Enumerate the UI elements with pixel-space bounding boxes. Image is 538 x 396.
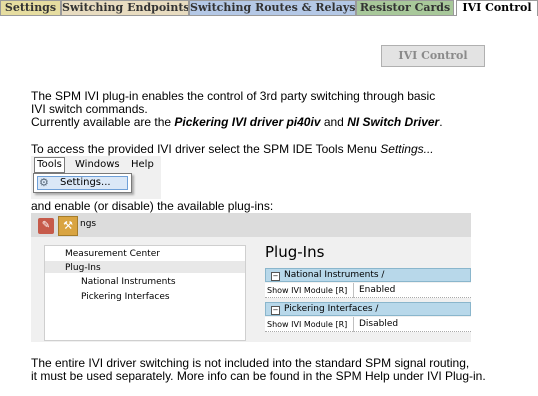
footer-line-2: it must be used separately. More info ca… bbox=[31, 369, 486, 383]
ivi-control-button[interactable]: IVI Control bbox=[381, 45, 485, 67]
tab-resistor-cards[interactable]: Resistor Cards bbox=[356, 0, 454, 16]
wrench-icon[interactable]: ⚒ bbox=[58, 216, 78, 236]
tree-item-national-instruments[interactable]: National Instruments bbox=[81, 276, 176, 288]
tab-bar: Settings Switching Endpoints Switching R… bbox=[0, 0, 538, 16]
dialog-title: ngs bbox=[80, 219, 97, 229]
tab-settings[interactable]: Settings bbox=[0, 0, 61, 16]
access-settings: Settings... bbox=[380, 142, 434, 156]
column-divider bbox=[353, 317, 354, 332]
tree-item-pickering-interfaces[interactable]: Pickering Interfaces bbox=[81, 291, 170, 303]
intro-line-3: Currently available are the Pickering IV… bbox=[31, 116, 443, 129]
tree-item-plug-ins[interactable]: Plug-Ins bbox=[65, 262, 101, 274]
tools-dropdown: ⚙ Settings... bbox=[33, 173, 132, 193]
group-label: Pickering Interfaces / bbox=[284, 304, 379, 314]
dialog-toolbar: ✎ ⚒ ngs bbox=[31, 213, 471, 237]
property-row[interactable]: Show IVI Module [R] Disabled bbox=[265, 317, 471, 332]
group-national-instruments[interactable]: − National Instruments / bbox=[265, 268, 471, 282]
driver-ni-switch: NI Switch Driver bbox=[347, 115, 440, 129]
access-text: To access the provided IVI driver select… bbox=[31, 143, 434, 156]
property-value[interactable]: Enabled bbox=[359, 285, 395, 296]
tab-divider bbox=[0, 15, 456, 16]
menu-help[interactable]: Help bbox=[131, 158, 154, 172]
settings-menu-label: Settings... bbox=[60, 177, 111, 188]
property-row[interactable]: Show IVI Module [R] Enabled bbox=[265, 283, 471, 298]
tab-switching-routes-relays[interactable]: Switching Routes & Relays bbox=[189, 0, 356, 16]
tab-ivi-control[interactable]: IVI Control bbox=[456, 0, 538, 16]
driver-pickering: Pickering IVI driver pi40iv bbox=[174, 115, 321, 129]
collapse-icon[interactable]: − bbox=[271, 306, 280, 315]
property-key: Show IVI Module [R] bbox=[267, 320, 348, 329]
group-label: National Instruments / bbox=[284, 270, 385, 280]
plugins-dialog-screenshot: ✎ ⚒ ngs Measurement Center Plug-Ins Nati… bbox=[31, 213, 471, 342]
menu-windows[interactable]: Windows bbox=[75, 158, 120, 172]
gear-icon: ⚙ bbox=[39, 176, 49, 189]
collapse-icon[interactable]: − bbox=[271, 272, 280, 281]
intro-and: and bbox=[320, 115, 348, 129]
tree-item-measurement-center[interactable]: Measurement Center bbox=[65, 248, 160, 260]
edit-icon[interactable]: ✎ bbox=[38, 218, 54, 234]
tools-menu-screenshot: Tools Windows Help ⚙ Settings... bbox=[31, 156, 161, 199]
intro-suffix: . bbox=[439, 115, 443, 129]
property-key: Show IVI Module [R] bbox=[267, 286, 348, 295]
enable-text: and enable (or disable) the available pl… bbox=[31, 199, 274, 213]
menu-tools[interactable]: Tools bbox=[34, 157, 65, 173]
property-value[interactable]: Disabled bbox=[359, 319, 398, 330]
settings-tree: Measurement Center Plug-Ins National Ins… bbox=[44, 245, 246, 341]
tab-switching-endpoints[interactable]: Switching Endpoints bbox=[61, 0, 189, 16]
group-pickering-interfaces[interactable]: − Pickering Interfaces / bbox=[265, 302, 471, 316]
access-prefix: To access the provided IVI driver select… bbox=[31, 142, 381, 156]
column-divider bbox=[353, 283, 354, 298]
plug-ins-heading: Plug-Ins bbox=[265, 243, 325, 261]
intro-prefix: Currently available are the bbox=[31, 115, 175, 129]
